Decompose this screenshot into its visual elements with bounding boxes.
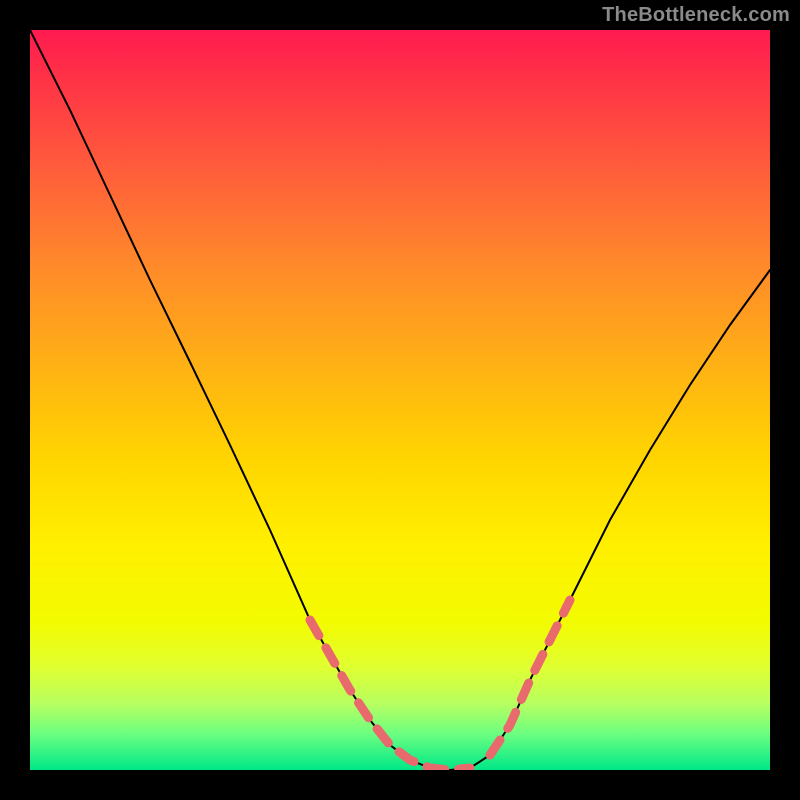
chart-frame: TheBottleneck.com xyxy=(0,0,800,800)
watermark-text: TheBottleneck.com xyxy=(602,4,790,27)
chart-plot-area xyxy=(30,30,770,770)
series-curve xyxy=(30,30,770,770)
series-highlight-right xyxy=(490,600,570,755)
series-highlight-left xyxy=(310,620,470,770)
chart-svg xyxy=(30,30,770,770)
